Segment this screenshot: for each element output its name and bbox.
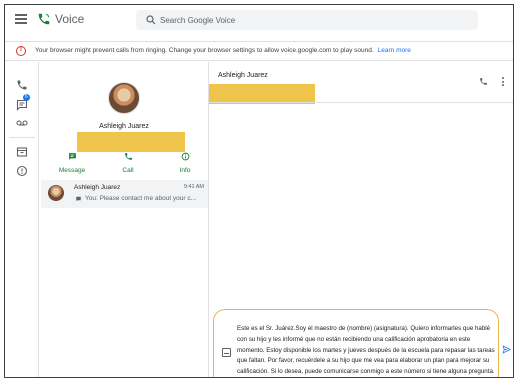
info-action-label: Info <box>179 167 191 174</box>
info-action-button[interactable]: Info <box>165 152 205 174</box>
message-preview-icon <box>76 196 81 202</box>
archive-nav-icon[interactable] <box>16 146 28 158</box>
top-bar: Voice <box>5 5 513 35</box>
call-action-button[interactable]: Call <box>108 152 148 174</box>
nav-rail: 6 <box>5 62 39 377</box>
banner-message: Your browser might prevent calls from ri… <box>35 47 411 54</box>
header-divider <box>209 102 513 103</box>
message-icon <box>68 153 76 160</box>
calls-nav-icon[interactable] <box>16 79 28 91</box>
thread-preview: You: Please contact me about your c... <box>85 195 197 202</box>
attach-image-icon[interactable] <box>222 348 231 357</box>
search-icon <box>146 15 156 25</box>
voice-logo-icon <box>38 13 50 25</box>
learn-more-link[interactable]: Learn more <box>378 47 411 54</box>
send-icon[interactable] <box>502 345 511 354</box>
conversation-header: Ashleigh Juarez <box>209 62 513 104</box>
search-input[interactable] <box>160 10 460 30</box>
messages-nav-item[interactable]: 6 <box>16 94 30 111</box>
hamburger-menu-icon[interactable] <box>15 14 27 24</box>
conversation-title: Ashleigh Juarez <box>218 72 268 79</box>
conversation-pane: Ashleigh Juarez Este es el Sr. Juárez.So… <box>209 62 513 377</box>
message-action-button[interactable]: Message <box>52 152 92 174</box>
thread-avatar <box>48 185 64 201</box>
message-action-label: Message <box>58 167 86 174</box>
contact-actions: Message Call Info <box>39 152 209 178</box>
thread-contact-name: Ashleigh Juarez <box>74 184 121 191</box>
message-draft-text[interactable]: Este es el Sr. Juárez.Soy el maestro de … <box>237 324 495 377</box>
contact-name: Ashleigh Juarez <box>99 123 149 130</box>
voicemail-nav-icon[interactable] <box>16 117 28 129</box>
search-bar[interactable] <box>136 10 478 30</box>
unread-badge: 6 <box>23 94 30 101</box>
app-title: Voice <box>55 12 85 26</box>
redacted-phone-number <box>77 132 185 152</box>
info-icon <box>181 152 189 161</box>
contact-avatar <box>108 82 140 114</box>
contact-pane: Ashleigh Juarez Message Call Info Ashlei… <box>39 62 209 377</box>
phone-icon <box>124 153 132 160</box>
banner-text: Your browser might prevent calls from ri… <box>35 47 374 54</box>
rail-divider <box>9 137 35 138</box>
call-action-label: Call <box>122 167 134 174</box>
more-options-icon[interactable] <box>502 77 506 87</box>
spam-nav-icon[interactable] <box>16 165 28 177</box>
message-thread-item[interactable]: Ashleigh Juarez 9:41 AM You: Please cont… <box>41 180 208 208</box>
thread-timestamp: 9:41 AM <box>183 184 204 190</box>
warning-icon <box>16 46 26 56</box>
app-window: Voice Your browser might prevent calls f… <box>4 4 514 378</box>
compose-box[interactable]: Este es el Sr. Juárez.Soy el maestro de … <box>213 309 499 377</box>
call-icon[interactable] <box>479 77 488 86</box>
redacted-conversation-number <box>209 84 315 104</box>
sound-warning-banner: Your browser might prevent calls from ri… <box>5 41 513 61</box>
